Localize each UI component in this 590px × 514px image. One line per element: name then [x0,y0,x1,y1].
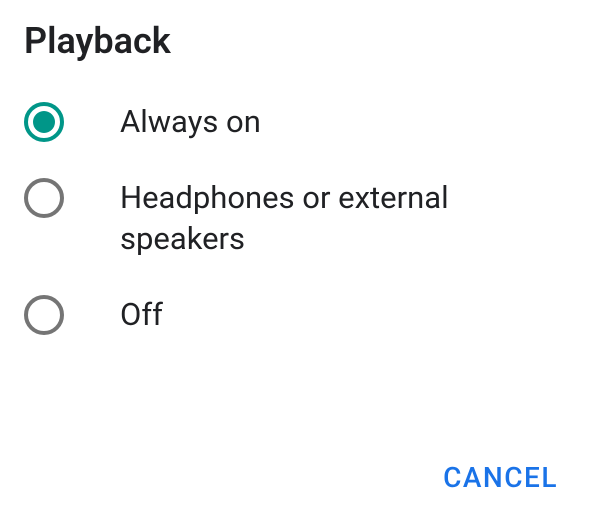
radio-label: Off [120,295,163,335]
playback-radio-group: Always on Headphones or external speaker… [24,102,566,441]
cancel-button[interactable]: CANCEL [443,461,558,494]
dialog-footer: CANCEL [24,441,566,514]
radio-option-always-on[interactable]: Always on [24,102,566,142]
radio-button-icon [24,102,64,142]
radio-label: Always on [120,102,261,142]
dialog-title: Playback [24,20,566,62]
radio-option-off[interactable]: Off [24,295,566,335]
radio-button-icon [24,295,64,335]
radio-button-icon [24,178,64,218]
radio-option-headphones[interactable]: Headphones or external speakers [24,178,566,259]
radio-label: Headphones or external speakers [120,178,566,259]
